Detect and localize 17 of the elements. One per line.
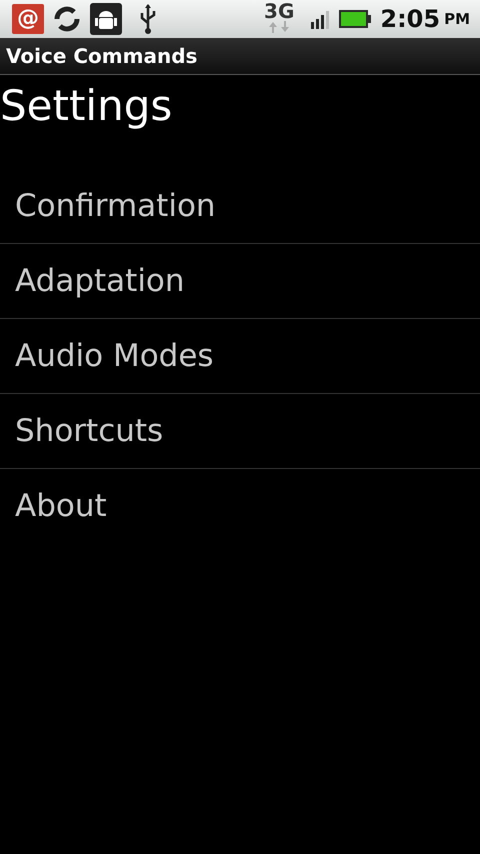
window-title: Voice Commands: [6, 43, 198, 70]
page-heading: Settings: [0, 80, 174, 127]
sync-icon: [52, 6, 82, 32]
data-arrows-icon: [268, 21, 290, 33]
settings-item[interactable]: About: [0, 469, 480, 544]
settings-item[interactable]: Confirmation: [0, 169, 480, 244]
battery-icon: [338, 9, 372, 29]
android-icon: [90, 3, 122, 35]
network-type-text: 3G: [264, 1, 294, 21]
usb-icon: [138, 3, 158, 35]
settings-item[interactable]: Adaptation: [0, 244, 480, 319]
signal-icon: [310, 9, 330, 29]
clock-period: PM: [444, 8, 470, 30]
settings-item[interactable]: Shortcuts: [0, 394, 480, 469]
email-notification-icon: @: [12, 4, 44, 34]
settings-item[interactable]: Audio Modes: [0, 319, 480, 394]
clock-time: 2:05: [380, 4, 440, 35]
